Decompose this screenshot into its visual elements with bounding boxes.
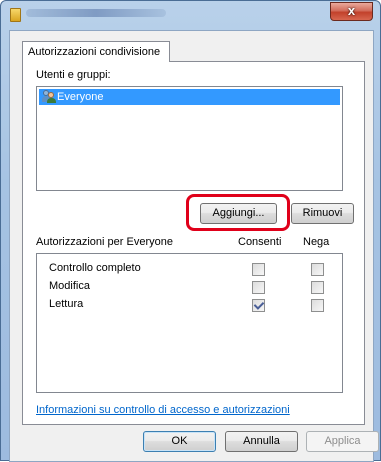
add-button-highlight xyxy=(186,194,290,231)
access-control-help-link[interactable]: Informazioni su controllo di accesso e a… xyxy=(36,404,290,416)
allow-full-control-checkbox[interactable] xyxy=(252,263,265,276)
window-title-blurred xyxy=(26,9,166,17)
list-item-label: Everyone xyxy=(57,91,104,103)
permission-name: Lettura xyxy=(49,298,84,310)
deny-full-control-checkbox[interactable] xyxy=(311,263,324,276)
permission-row: Lettura xyxy=(49,298,83,314)
users-groups-label: Utenti e gruppi: xyxy=(36,69,111,81)
folder-icon xyxy=(10,8,21,22)
permissions-header: Autorizzazioni per Everyone xyxy=(36,236,173,248)
deny-modify-checkbox[interactable] xyxy=(311,281,324,294)
tab-share-permissions[interactable]: Autorizzazioni condivisione xyxy=(22,41,170,62)
allow-read-checkbox[interactable] xyxy=(252,299,265,312)
deny-read-checkbox[interactable] xyxy=(311,299,324,312)
ok-button[interactable]: OK xyxy=(143,431,216,452)
permission-name: Controllo completo xyxy=(49,262,141,274)
title-bar: x xyxy=(1,1,380,27)
allow-modify-checkbox[interactable] xyxy=(252,281,265,294)
dialog-window: x Autorizzazioni condivisione Utenti e g… xyxy=(0,0,381,462)
remove-button[interactable]: Rimuovi xyxy=(291,203,354,224)
close-button[interactable]: x xyxy=(330,2,373,21)
permission-row: Controllo completo xyxy=(49,262,141,278)
dialog-client: Autorizzazioni condivisione Utenti e gru… xyxy=(9,30,379,462)
column-deny: Nega xyxy=(303,236,330,248)
apply-button[interactable]: Applica xyxy=(306,431,379,452)
users-icon xyxy=(42,90,56,103)
permission-row: Modifica xyxy=(49,280,90,296)
cancel-button[interactable]: Annulla xyxy=(225,431,298,452)
column-allow: Consenti xyxy=(238,236,282,248)
users-listbox[interactable]: Everyone xyxy=(36,86,343,191)
list-item-everyone[interactable]: Everyone xyxy=(39,89,340,105)
permissions-list: Controllo completo Modifica Lettura xyxy=(36,253,343,393)
permission-name: Modifica xyxy=(49,280,90,292)
